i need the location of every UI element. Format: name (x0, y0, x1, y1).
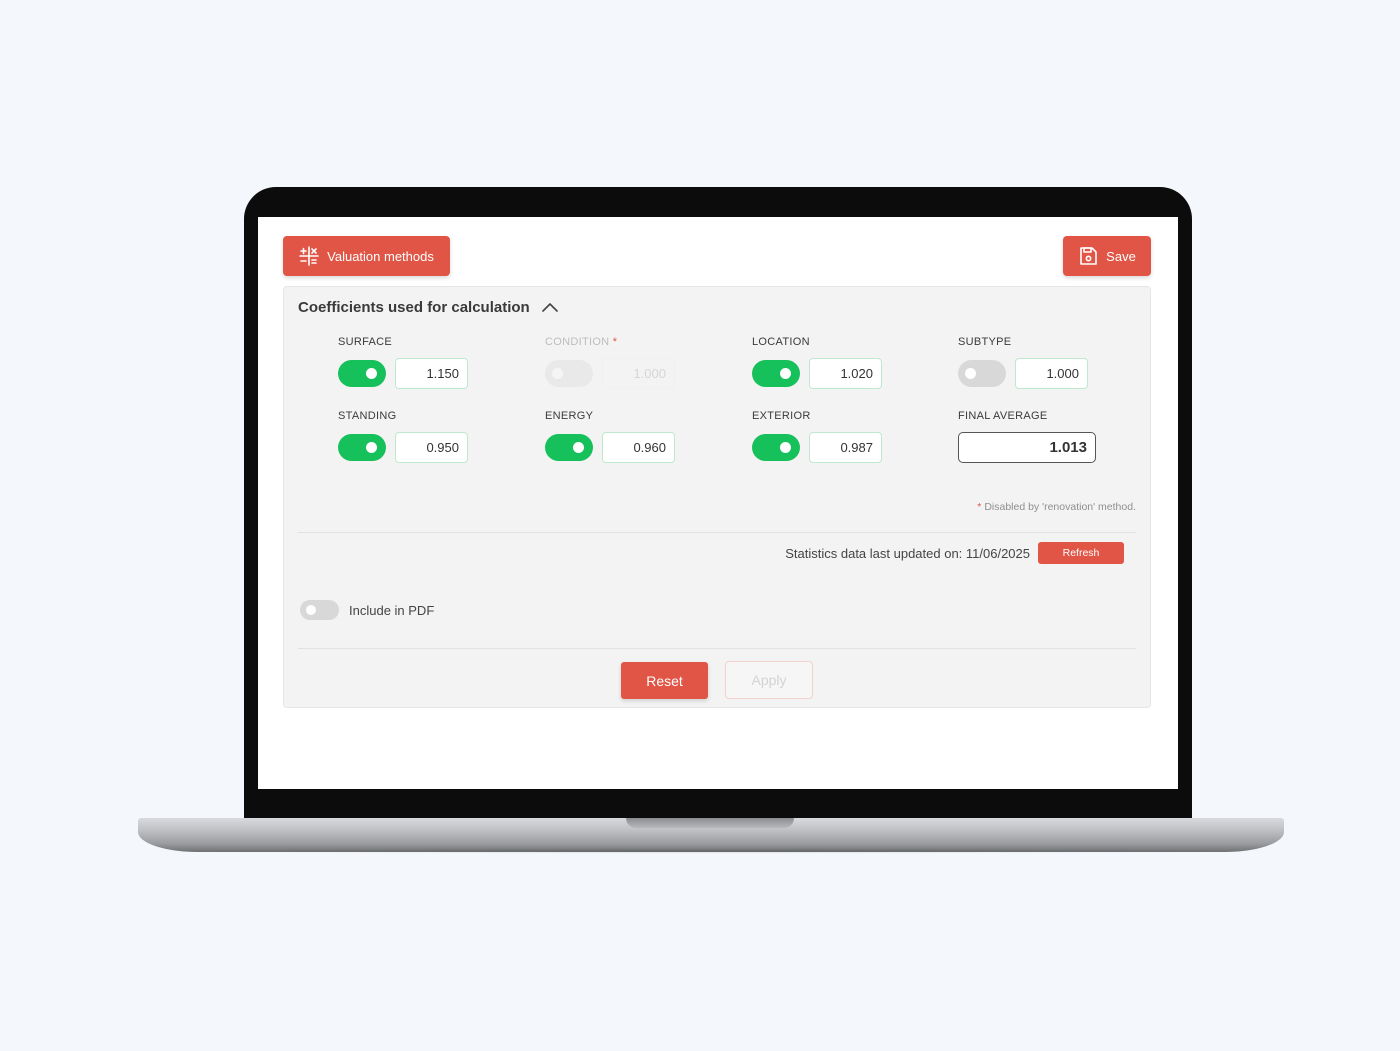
surface-toggle[interactable] (338, 360, 386, 387)
refresh-button[interactable]: Refresh (1038, 542, 1124, 564)
final-average-label: FINAL AVERAGE (958, 410, 1048, 422)
standing-value-input[interactable]: 0.950 (395, 432, 468, 463)
energy-value-input[interactable]: 0.960 (602, 432, 675, 463)
stats-row: Statistics data last updated on: 11/06/2… (785, 542, 1124, 564)
coefficient-standing: STANDING 0.950 (338, 410, 518, 463)
subtype-value-input[interactable]: 1.000 (1015, 358, 1088, 389)
chevron-up-icon[interactable] (541, 299, 558, 316)
coefficient-label: STANDING (338, 410, 397, 422)
exterior-toggle[interactable] (752, 434, 800, 461)
coefficient-condition: CONDITION * 1.000 (545, 336, 725, 389)
panel-header[interactable]: Coefficients used for calculation (298, 299, 558, 316)
coefficient-label: CONDITION * (545, 336, 618, 348)
laptop-notch (626, 818, 794, 828)
calculator-icon (299, 246, 319, 266)
floppy-disk-icon (1078, 246, 1098, 266)
panel-title: Coefficients used for calculation (298, 299, 530, 316)
location-toggle[interactable] (752, 360, 800, 387)
condition-value-input: 1.000 (602, 358, 675, 389)
location-value-input[interactable]: 1.020 (809, 358, 882, 389)
coefficient-label: LOCATION (752, 336, 810, 348)
final-average-value: 1.013 (958, 432, 1096, 463)
valuation-methods-label: Valuation methods (327, 248, 434, 264)
exterior-value-input[interactable]: 0.987 (809, 432, 882, 463)
coefficient-label: ENERGY (545, 410, 594, 422)
coefficient-surface: SURFACE 1.150 (338, 336, 518, 389)
surface-value-input[interactable]: 1.150 (395, 358, 468, 389)
coefficient-label: SURFACE (338, 336, 393, 348)
include-pdf-toggle[interactable] (300, 600, 339, 620)
laptop-shadow (120, 848, 1300, 854)
apply-button: Apply (725, 661, 813, 699)
disabled-note: * Disabled by 'renovation' method. (977, 501, 1136, 513)
required-marker: * (612, 336, 618, 348)
energy-toggle[interactable] (545, 434, 593, 461)
include-pdf-row: Include in PDF (300, 600, 434, 620)
coefficient-exterior: EXTERIOR 0.987 (752, 410, 932, 463)
laptop-screen: Valuation methods Save Coefficients used… (258, 217, 1178, 789)
coefficient-label: SUBTYPE (958, 336, 1012, 348)
save-label: Save (1106, 248, 1136, 264)
note-marker: * (977, 501, 982, 513)
valuation-methods-button[interactable]: Valuation methods (283, 236, 450, 276)
coefficient-label: EXTERIOR (752, 410, 811, 422)
standing-toggle[interactable] (338, 434, 386, 461)
include-pdf-label: Include in PDF (349, 602, 435, 618)
coefficient-location: LOCATION 1.020 (752, 336, 932, 389)
reset-button[interactable]: Reset (621, 662, 708, 699)
save-button[interactable]: Save (1063, 236, 1151, 276)
coefficient-subtype: SUBTYPE 1.000 (958, 336, 1138, 389)
divider (298, 532, 1136, 533)
divider (298, 648, 1136, 649)
note-text: Disabled by 'renovation' method. (984, 501, 1136, 513)
subtype-toggle[interactable] (958, 360, 1006, 387)
coefficient-energy: ENERGY 0.960 (545, 410, 725, 463)
final-average: FINAL AVERAGE 1.013 (958, 410, 1138, 463)
condition-toggle (545, 360, 593, 387)
coefficients-panel: Coefficients used for calculation SURFAC… (283, 286, 1151, 708)
stats-updated-text: Statistics data last updated on: 11/06/2… (785, 545, 1030, 561)
